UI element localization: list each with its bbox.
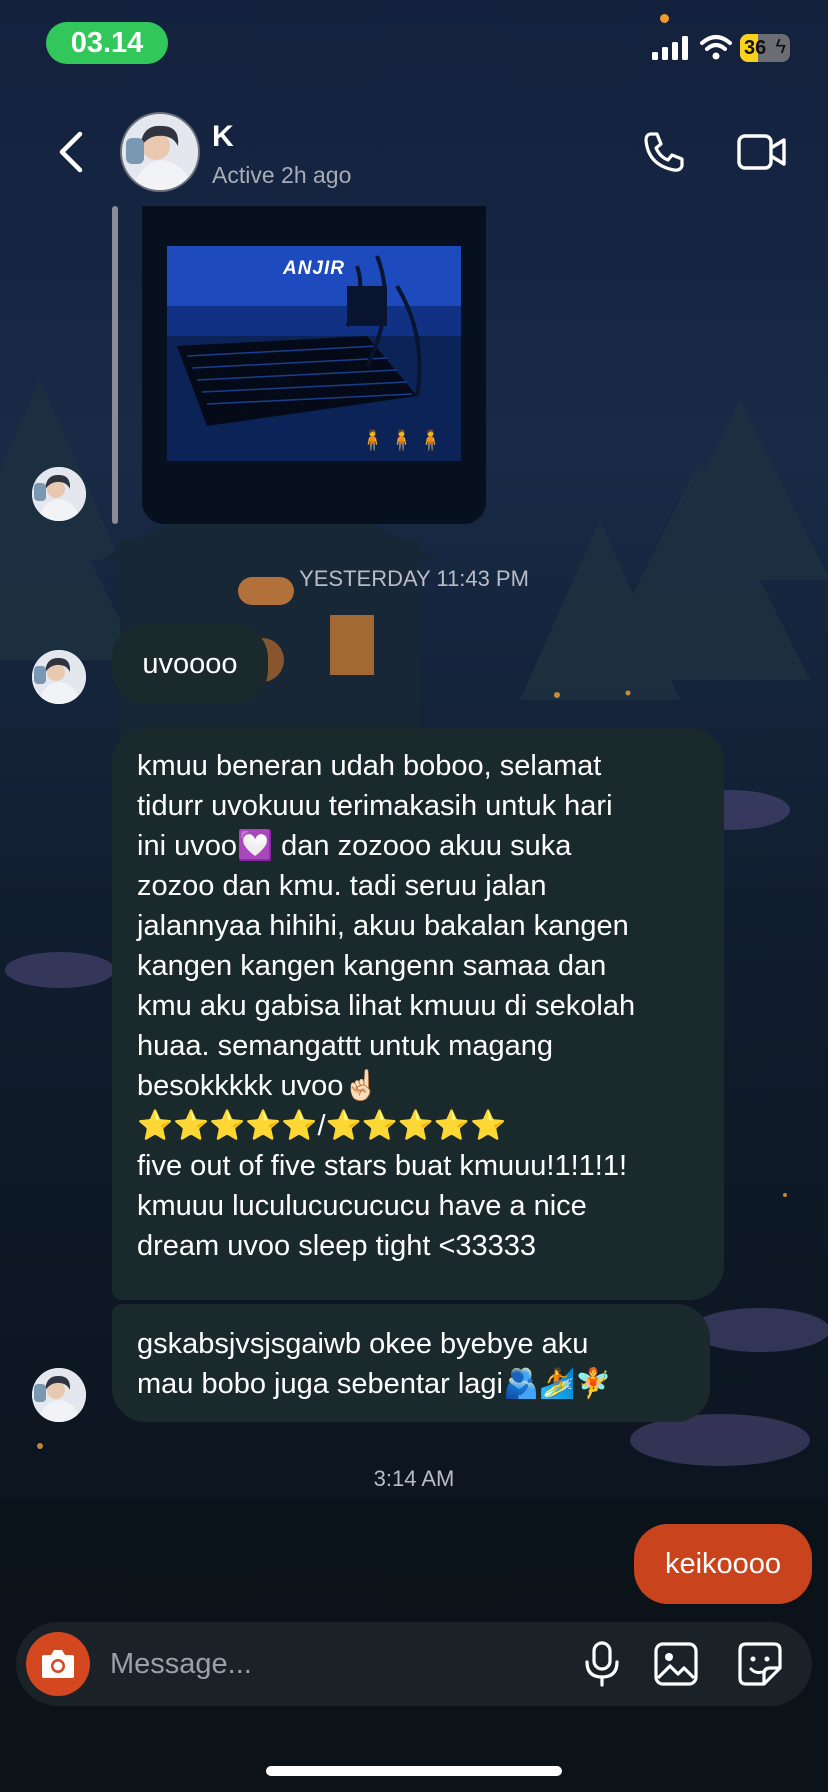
message-composer: [16, 1622, 812, 1706]
message-text: uvoooo: [142, 648, 238, 680]
shared-post-image[interactable]: ANJIR 🧍🧍🧍: [167, 246, 461, 461]
message-line: five out of five stars buat kmuuu!1!1!1!: [137, 1150, 628, 1182]
contact-active-status: Active 2h ago: [212, 162, 352, 188]
message-line: kmuu beneran udah boboo, selamat: [137, 750, 602, 782]
sender-avatar[interactable]: [32, 467, 86, 521]
camera-icon: [42, 1650, 74, 1678]
message-text: keikoooo: [664, 1548, 782, 1580]
message-line: kangen kangen kangenn samaa dan: [137, 950, 607, 982]
sent-message-bubble[interactable]: keikoooo: [634, 1524, 812, 1604]
cellular-signal-icon: [652, 36, 688, 60]
sender-avatar[interactable]: [32, 1368, 86, 1422]
message-input[interactable]: [110, 1636, 490, 1692]
message-line: tidurr uvokuuu terimakasih untuk hari: [137, 790, 613, 822]
received-message-bubble[interactable]: uvoooo: [112, 624, 268, 704]
video-camera-icon[interactable]: [736, 130, 788, 174]
message-timestamp: 3:14 AM: [373, 1466, 455, 1491]
message-line: kmu aku gabisa lihat kmuuu di sekolah: [137, 990, 636, 1022]
gallery-icon[interactable]: [652, 1640, 700, 1688]
reply-thread-bar: [112, 206, 118, 524]
microphone-icon[interactable]: [582, 1640, 622, 1688]
sticker-icon[interactable]: [736, 1640, 784, 1688]
home-indicator[interactable]: [266, 1766, 562, 1776]
message-line: gskabsjvsjsgaiwb okee byebye aku: [137, 1328, 589, 1360]
message-line: dream uvoo sleep tight <33333: [137, 1230, 537, 1262]
charging-bolt-icon: ϟ: [775, 36, 786, 58]
message-line: jalannyaa hihihi, akuu bakalan kangen: [137, 910, 629, 942]
message-line: ⭐⭐⭐⭐⭐/⭐⭐⭐⭐⭐: [137, 1110, 507, 1142]
contact-name[interactable]: K: [212, 120, 234, 154]
camera-button[interactable]: [26, 1632, 90, 1696]
shared-post-caption: ANJIR: [282, 258, 345, 279]
chat-header: K Active 2h ago: [0, 90, 828, 206]
message-line: kmuuu luculucucucucu have a nice: [137, 1190, 587, 1222]
message-line: huaa. semangattt untuk magang: [137, 1030, 553, 1062]
privacy-indicator-dot: [660, 14, 669, 23]
message-timestamp: YESTERDAY 11:43 PM: [299, 566, 529, 591]
shared-post-card[interactable]: ANJIR 🧍🧍🧍: [142, 206, 486, 524]
message-line: ini uvoo💟 dan zozooo akuu suka: [137, 830, 572, 862]
phone-icon[interactable]: [640, 128, 688, 176]
message-line: besokkkkk uvoo☝🏻: [137, 1070, 380, 1102]
message-line: zozoo dan kmu. tadi seruu jalan: [137, 870, 547, 902]
sender-avatar[interactable]: [32, 650, 86, 704]
contact-avatar[interactable]: [120, 112, 200, 192]
status-time: 03.14: [46, 22, 168, 64]
message-line: mau bobo juga sebentar lagi🫂🏄🧚: [137, 1368, 612, 1400]
battery-indicator: 36 ϟ: [740, 34, 790, 62]
received-message-bubble[interactable]: gskabsjvsjsgaiwb okee byebye aku mau bob…: [112, 1304, 710, 1422]
received-message-bubble[interactable]: kmuu beneran udah boboo, selamat tidurr …: [112, 728, 724, 1300]
wifi-icon: [700, 35, 732, 60]
status-bar: 03.14 36 ϟ: [0, 0, 828, 90]
shared-post-emoji: 🧍🧍🧍: [360, 430, 447, 452]
back-icon[interactable]: [52, 128, 92, 176]
